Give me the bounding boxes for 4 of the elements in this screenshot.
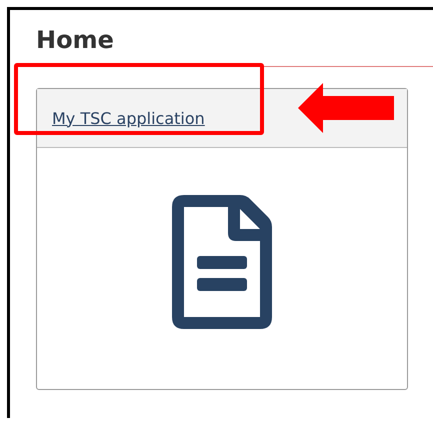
- document-icon: [172, 195, 272, 329]
- arrow-icon: [298, 83, 394, 133]
- page-title: Home: [36, 25, 115, 56]
- application-link[interactable]: My TSC application: [52, 108, 205, 128]
